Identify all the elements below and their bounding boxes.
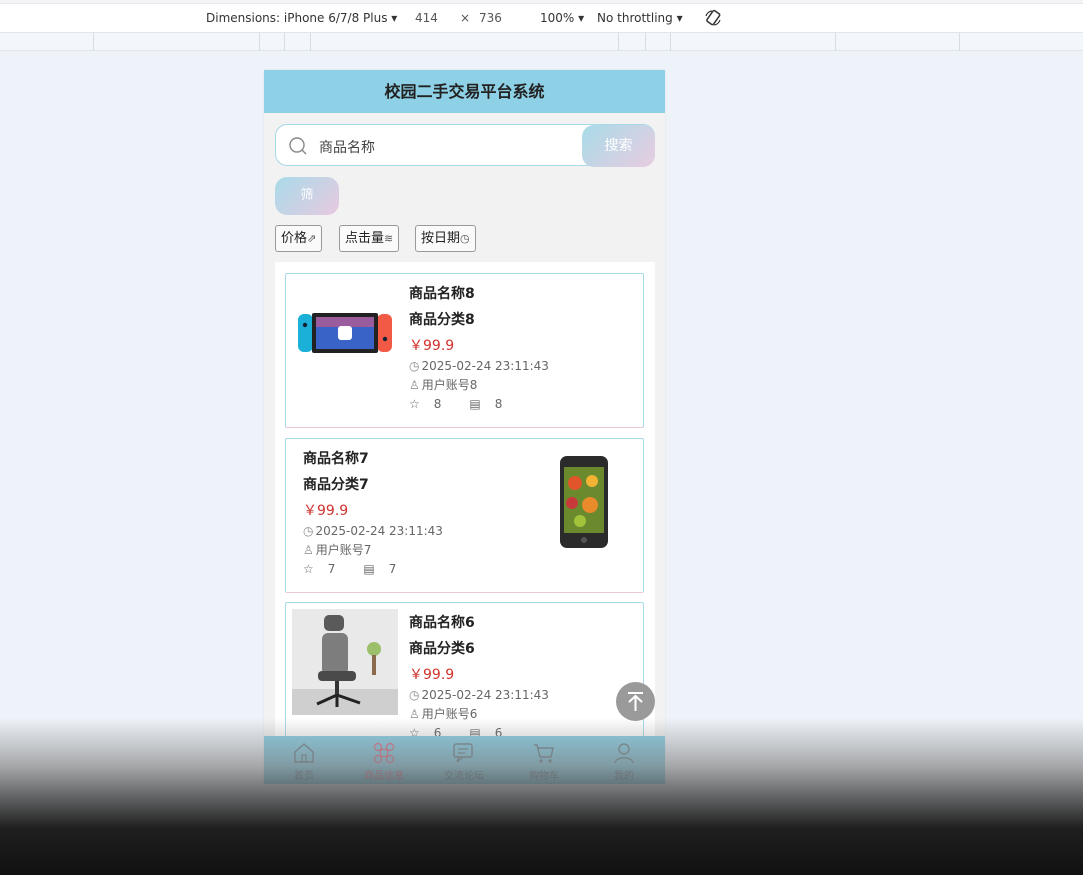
product-price: ￥99.9 (303, 503, 349, 519)
product-image-game-console (298, 313, 392, 353)
product-category: 商品分类7 (303, 477, 369, 493)
comment-icon: ▤ (363, 562, 375, 576)
tab-label: 首页 (294, 771, 314, 782)
product-info: 商品名称6 商品分类6 ￥99.9 ◷ 2025-02-24 23:11:43 ♙… (409, 613, 549, 742)
favorite-count: 8 (433, 397, 442, 411)
viewport-height-input[interactable]: 736 (479, 11, 502, 25)
arrow-up-icon (628, 692, 643, 711)
product-card[interactable]: 商品名称7 商品分类7 ￥99.9 ◷ 2025-02-24 23:11:43 ♙… (285, 438, 644, 593)
search-icon (289, 137, 307, 155)
viewport-width-input[interactable]: 414 (415, 11, 438, 25)
product-card[interactable]: 商品名称8 商品分类8 ￥99.9 ◷ 2025-02-24 23:11:43 ♙… (285, 273, 644, 428)
command-icon (373, 742, 395, 764)
product-list: 商品名称8 商品分类8 ￥99.9 ◷ 2025-02-24 23:11:43 ♙… (275, 262, 655, 757)
clock-icon: ◷ (409, 359, 420, 373)
tab-label: 我的 (614, 771, 634, 782)
product-image-smartphone (542, 453, 636, 553)
tab-label: 交流论坛 (444, 771, 484, 782)
product-name: 商品名称7 (303, 451, 369, 467)
tab-label: 购物车 (529, 771, 559, 782)
chat-icon (453, 743, 473, 763)
tab-mine[interactable]: 我的 (584, 736, 664, 784)
user-icon: ♙ (409, 378, 420, 392)
product-user: 用户账号8 (421, 378, 478, 392)
user-icon: ♙ (303, 543, 314, 557)
clock-icon: ◷ (409, 688, 420, 702)
product-info: 商品名称8 商品分类8 ￥99.9 ◷ 2025-02-24 23:11:43 ♙… (409, 284, 549, 413)
product-name: 商品名称8 (409, 286, 475, 302)
product-info: 商品名称7 商品分类7 ￥99.9 ◷ 2025-02-24 23:11:43 ♙… (303, 449, 443, 578)
page-title: 校园二手交易平台系统 (264, 70, 665, 113)
tab-cart[interactable]: 购物车 (504, 736, 584, 784)
user-icon (614, 743, 634, 764)
comment-icon: ▤ (469, 397, 481, 411)
search-input[interactable]: 商品名称 (319, 137, 375, 157)
product-price: ￥99.9 (409, 667, 455, 683)
favorite-count: 7 (327, 562, 336, 576)
phone-viewport: 校园二手交易平台系统 商品名称 搜索 筛 价格⇗ 点击量≋ 按日期◷ 商品名称8… (264, 70, 665, 784)
zoom-select[interactable]: 100% ▾ (540, 11, 584, 25)
trend-icon: ⇗ (307, 232, 317, 245)
cart-icon (534, 744, 554, 763)
product-time: 2025-02-24 23:11:43 (421, 359, 549, 373)
bar-chart-icon: ≋ (384, 232, 394, 245)
toolbar-top-strip (0, 0, 1083, 4)
star-icon: ☆ (303, 562, 314, 576)
product-time: 2025-02-24 23:11:43 (421, 688, 549, 702)
product-category: 商品分类6 (409, 641, 475, 657)
sort-label: 价格 (281, 231, 308, 246)
product-user: 用户账号7 (315, 543, 372, 557)
home-icon (294, 743, 314, 763)
clock-icon: ◷ (303, 524, 314, 538)
devtools-toolbar: Dimensions: iPhone 6/7/8 Plus ▾ 414 × 73… (0, 0, 1083, 33)
clock-icon: ◷ (460, 232, 470, 245)
star-icon: ☆ (409, 397, 420, 411)
filter-button[interactable]: 筛 (275, 177, 339, 215)
user-icon: ♙ (409, 707, 420, 721)
tab-products[interactable]: 商品信息 (344, 736, 424, 784)
product-user: 用户账号6 (421, 707, 478, 721)
rotate-icon[interactable] (704, 9, 722, 27)
product-image-office-chair (292, 609, 398, 715)
product-price: ￥99.9 (409, 338, 455, 354)
sort-by-date-button[interactable]: 按日期◷ (415, 225, 476, 252)
comment-count: 7 (388, 562, 397, 576)
sort-label: 点击量 (345, 231, 385, 246)
product-name: 商品名称6 (409, 615, 475, 631)
tab-forum[interactable]: 交流论坛 (424, 736, 504, 784)
media-query-ruler (0, 33, 1083, 51)
bottom-tab-bar: 首页 商品信息 交流论坛 购物车 我的 (264, 736, 665, 784)
throttling-select[interactable]: No throttling ▾ (597, 11, 683, 25)
product-category: 商品分类8 (409, 312, 475, 328)
sort-by-clicks-button[interactable]: 点击量≋ (339, 225, 400, 252)
dimension-times-sign: × (460, 11, 471, 25)
sort-label: 按日期 (421, 231, 461, 246)
device-dimensions-select[interactable]: Dimensions: iPhone 6/7/8 Plus ▾ (206, 11, 397, 25)
product-card[interactable]: 商品名称6 商品分类6 ￥99.9 ◷ 2025-02-24 23:11:43 ♙… (285, 602, 644, 757)
tab-label: 商品信息 (364, 771, 404, 782)
product-time: 2025-02-24 23:11:43 (315, 524, 443, 538)
comment-count: 8 (494, 397, 503, 411)
tab-home[interactable]: 首页 (264, 736, 344, 784)
sort-by-price-button[interactable]: 价格⇗ (275, 225, 323, 252)
search-button[interactable]: 搜索 (582, 125, 655, 167)
back-to-top-button[interactable] (616, 682, 655, 721)
